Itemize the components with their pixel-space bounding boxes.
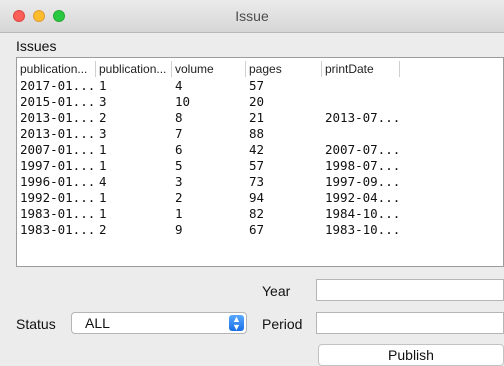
table-row[interactable]: 1996-01... 4 3 73 1997-09... [17, 174, 503, 190]
column-header-publication-number[interactable]: publication... [96, 61, 172, 77]
table-header: publication... publication... volume pag… [17, 61, 503, 77]
cell-volume: 9 [175, 222, 183, 237]
table-row[interactable]: 2017-01... 1 4 57 [17, 78, 503, 94]
year-label: Year [262, 283, 291, 299]
cell-volume: 5 [175, 158, 183, 173]
cell-volume: 4 [175, 78, 183, 93]
cell-publication-date: 1997-01... [20, 158, 96, 173]
table-row[interactable]: 1997-01... 1 5 57 1998-07... [17, 158, 503, 174]
cell-publication-number: 1 [99, 206, 107, 221]
title-bar: Issue [0, 0, 504, 33]
cell-pages: 20 [249, 94, 265, 109]
cell-volume: 1 [175, 206, 183, 221]
status-select-value: ALL [85, 315, 110, 331]
status-select[interactable]: ALL ▲ ▼ [71, 312, 247, 334]
table-row[interactable]: 1983-01... 1 1 82 1984-10... [17, 206, 503, 222]
table-row[interactable]: 1983-01... 2 9 67 1983-10... [17, 222, 503, 238]
cell-volume: 2 [175, 190, 183, 205]
cell-pages: 73 [249, 174, 265, 189]
cell-publication-number: 1 [99, 142, 107, 157]
cell-publication-number: 2 [99, 110, 107, 125]
cell-pages: 57 [249, 158, 265, 173]
cell-pages: 57 [249, 78, 265, 93]
cell-volume: 10 [175, 94, 191, 109]
cell-print-date: 1984-10... [325, 206, 401, 221]
column-header-pages[interactable]: pages [246, 61, 322, 77]
cell-publication-number: 3 [99, 126, 107, 141]
issues-table[interactable]: publication... publication... volume pag… [16, 57, 504, 267]
column-header-volume[interactable]: volume [172, 61, 246, 77]
cell-volume: 3 [175, 174, 183, 189]
cell-publication-number: 3 [99, 94, 107, 109]
status-label: Status [16, 316, 56, 332]
year-input[interactable] [316, 279, 504, 301]
cell-publication-date: 1992-01... [20, 190, 96, 205]
period-label: Period [262, 316, 303, 332]
cell-publication-date: 2013-01... [20, 110, 96, 125]
column-header-print-date[interactable]: printDate [322, 61, 400, 77]
cell-publication-date: 2007-01... [20, 142, 96, 157]
cell-publication-date: 1996-01... [20, 174, 96, 189]
cell-pages: 88 [249, 126, 265, 141]
cell-print-date: 2013-07... [325, 110, 401, 125]
cell-pages: 42 [249, 142, 265, 157]
cell-pages: 94 [249, 190, 265, 205]
cell-publication-number: 2 [99, 222, 107, 237]
table-row[interactable]: 2013-01... 2 8 21 2013-07... [17, 110, 503, 126]
cell-publication-date: 2015-01... [20, 94, 96, 109]
period-input[interactable] [316, 312, 504, 334]
select-arrows-icon: ▲ ▼ [229, 315, 244, 332]
table-row[interactable]: 2007-01... 1 6 42 2007-07... [17, 142, 503, 158]
publish-button[interactable]: Publish [318, 344, 504, 366]
table-row[interactable]: 1992-01... 1 2 94 1992-04... [17, 190, 503, 206]
column-header-publication-date[interactable]: publication... [17, 61, 96, 77]
cell-publication-number: 4 [99, 174, 107, 189]
cell-print-date: 2007-07... [325, 142, 401, 157]
cell-publication-date: 1983-01... [20, 222, 96, 237]
cell-volume: 8 [175, 110, 183, 125]
issues-label: Issues [16, 38, 57, 54]
cell-pages: 82 [249, 206, 265, 221]
cell-print-date: 1992-04... [325, 190, 401, 205]
window-title: Issue [235, 8, 269, 24]
table-row[interactable]: 2015-01... 3 10 20 [17, 94, 503, 110]
cell-print-date: 1998-07... [325, 158, 401, 173]
cell-volume: 6 [175, 142, 183, 157]
cell-publication-date: 2013-01... [20, 126, 96, 141]
cell-pages: 67 [249, 222, 265, 237]
cell-print-date: 1983-10... [325, 222, 401, 237]
cell-print-date: 1997-09... [325, 174, 401, 189]
cell-pages: 21 [249, 110, 265, 125]
cell-publication-number: 1 [99, 158, 107, 173]
cell-volume: 7 [175, 126, 183, 141]
cell-publication-date: 1983-01... [20, 206, 96, 221]
table-body: 2017-01... 1 4 57 2015-01... 3 10 20 201… [17, 78, 503, 238]
cell-publication-number: 1 [99, 78, 107, 93]
cell-publication-number: 1 [99, 190, 107, 205]
cell-publication-date: 2017-01... [20, 78, 96, 93]
table-row[interactable]: 2013-01... 3 7 88 [17, 126, 503, 142]
